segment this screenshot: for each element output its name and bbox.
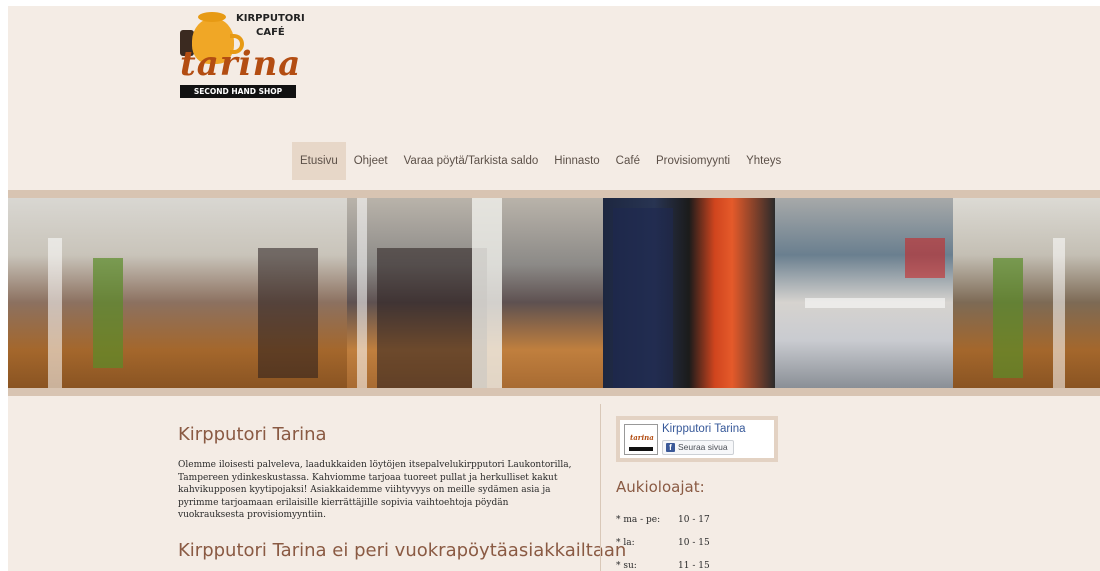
logo-name: tarina xyxy=(180,44,302,84)
main-column: Kirpputori Tarina Olemme iloisesti palve… xyxy=(178,396,627,561)
nav-item-varaa-poyta[interactable]: Varaa pöytä/Tarkista saldo xyxy=(396,142,547,180)
sidebar: tarina Kirpputori Tarina f Seuraa sivua … xyxy=(616,396,916,571)
nav-item-cafe[interactable]: Café xyxy=(608,142,648,180)
shop-photo xyxy=(603,198,775,388)
shop-photo xyxy=(8,198,347,388)
shop-photo xyxy=(953,198,1100,388)
content: Kirpputori Tarina Olemme iloisesti palve… xyxy=(8,396,1100,571)
nav-item-provisiomyynti[interactable]: Provisiomyynti xyxy=(648,142,738,180)
page: KIRPPUTORI CAFÉ tarina SECOND HAND SHOP … xyxy=(8,6,1100,571)
logo-top-text: KIRPPUTORI CAFÉ xyxy=(236,12,305,40)
nav-item-hinnasto[interactable]: Hinnasto xyxy=(546,142,607,180)
hours-title: Aukioloajat: xyxy=(616,478,705,496)
hours-row: * la: 10 - 15 xyxy=(616,531,916,554)
facebook-follow-button[interactable]: f Seuraa sivua xyxy=(662,440,734,455)
banner xyxy=(8,190,1100,396)
column-divider xyxy=(600,404,601,571)
nav-item-ohjeet[interactable]: Ohjeet xyxy=(346,142,396,180)
facebook-page-link[interactable]: Kirpputori Tarina xyxy=(662,423,746,435)
hours-time: 11 - 15 xyxy=(678,560,710,571)
hours-row: * ma - pe: 10 - 17 xyxy=(616,508,916,531)
intro-text: Olemme iloisesti palveleva, laadukkaiden… xyxy=(178,460,572,521)
page-title: Kirpputori Tarina xyxy=(178,424,327,445)
facebook-page-thumbnail[interactable]: tarina xyxy=(624,424,658,455)
thumbnail-logo-bar xyxy=(629,447,653,451)
logo-line-1: KIRPPUTORI xyxy=(236,13,305,24)
hours-day: * la: xyxy=(616,537,635,548)
coffee-pot-lid xyxy=(198,12,226,22)
follow-label: Seuraa sivua xyxy=(678,442,728,452)
banner-photos xyxy=(8,198,1100,388)
shop-photo xyxy=(775,198,953,388)
hours-day: * su: xyxy=(616,560,637,571)
shop-photo xyxy=(347,198,603,388)
thumbnail-logo-text: tarina xyxy=(630,433,654,442)
hours-time: 10 - 15 xyxy=(678,537,710,548)
main-nav: Etusivu Ohjeet Varaa pöytä/Tarkista sald… xyxy=(292,142,789,180)
section-title: Kirpputori Tarina ei peri vuokrapöytäasi… xyxy=(178,539,627,561)
facebook-widget: tarina Kirpputori Tarina f Seuraa sivua xyxy=(616,416,778,462)
hours-row: * su: 11 - 15 xyxy=(616,554,916,571)
facebook-icon: f xyxy=(666,443,675,452)
site-logo[interactable]: KIRPPUTORI CAFÉ tarina SECOND HAND SHOP xyxy=(178,8,308,100)
hours-time: 10 - 17 xyxy=(678,514,710,525)
nav-item-etusivu[interactable]: Etusivu xyxy=(292,142,346,180)
nav-item-yhteys[interactable]: Yhteys xyxy=(738,142,789,180)
opening-hours: * ma - pe: 10 - 17 * la: 10 - 15 * su: 1… xyxy=(616,508,916,571)
hours-day: * ma - pe: xyxy=(616,514,661,525)
logo-tagline: SECOND HAND SHOP xyxy=(180,85,296,98)
logo-line-2: CAFÉ xyxy=(256,27,285,38)
